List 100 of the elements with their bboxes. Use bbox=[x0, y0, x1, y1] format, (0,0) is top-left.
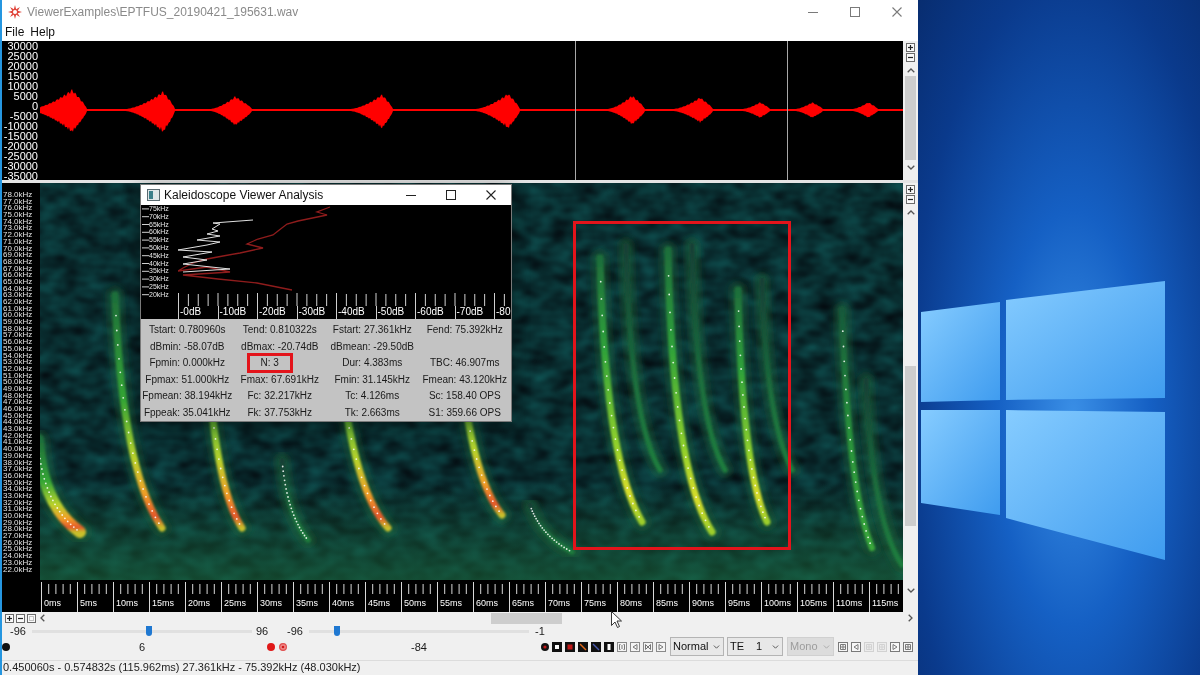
scrollbar-thumb[interactable] bbox=[905, 366, 916, 526]
frequency-label: 63.0kHz bbox=[3, 292, 34, 299]
window-title: Kaleidoscope Viewer Analysis bbox=[164, 187, 324, 204]
window-icon bbox=[147, 189, 160, 201]
pointer-cursor-icon bbox=[611, 611, 622, 628]
frequency-label: 49.0kHz bbox=[3, 385, 34, 393]
frequency-label: 30.0kHz bbox=[3, 513, 34, 520]
menu-item[interactable]: Help bbox=[27, 25, 59, 40]
slider-max-label: -1 bbox=[535, 626, 545, 637]
slider-track[interactable] bbox=[309, 626, 529, 637]
stat-text: Fmax: 67.691kHz bbox=[240, 373, 319, 386]
stat-text: N: 3 bbox=[246, 353, 293, 374]
time-label: 45ms bbox=[368, 597, 390, 609]
frequency-label: 67.0kHz bbox=[3, 265, 34, 273]
minus-icon[interactable] bbox=[906, 195, 915, 204]
frequency-label: 22.0kHz bbox=[3, 566, 34, 574]
time-label: 105ms bbox=[800, 597, 827, 609]
frequency-label: 44.0kHz bbox=[3, 419, 34, 427]
stat-text: Tend: 0.810322s bbox=[242, 324, 317, 337]
chevron-up-icon[interactable] bbox=[906, 210, 915, 215]
slash-square-icon[interactable] bbox=[578, 641, 588, 652]
frequency-label: 78.0kHz bbox=[3, 192, 34, 199]
frequency-label: 43.0kHz bbox=[3, 426, 34, 433]
filled-square-icon[interactable] bbox=[565, 641, 575, 652]
time-label: 5ms bbox=[80, 597, 97, 609]
chevron-down-icon bbox=[713, 644, 720, 649]
time-label: 35ms bbox=[296, 597, 318, 609]
chevron-right-icon[interactable] bbox=[908, 614, 913, 622]
grid-square-icon[interactable] bbox=[838, 641, 848, 652]
time-label: 90ms bbox=[692, 597, 714, 609]
close-icon bbox=[486, 190, 496, 200]
scrollbar-thumb[interactable] bbox=[905, 76, 916, 160]
right-triangle-icon[interactable] bbox=[656, 641, 666, 652]
stat-text: Sc: 158.40 OPS bbox=[428, 390, 501, 403]
fit-view-icon[interactable] bbox=[27, 613, 36, 623]
slider-thumb[interactable] bbox=[145, 626, 152, 636]
dot-icon bbox=[267, 642, 275, 651]
chevron-down-icon bbox=[772, 644, 779, 649]
chevron-left-icon[interactable] bbox=[40, 614, 45, 622]
bracket-square-icon[interactable] bbox=[617, 641, 627, 652]
menu-item[interactable]: File bbox=[2, 25, 28, 40]
maximize-icon bbox=[850, 7, 860, 17]
starburst-icon bbox=[8, 5, 22, 19]
frequency-label: 33.0kHz bbox=[3, 492, 34, 500]
slider-thumb[interactable] bbox=[333, 626, 340, 636]
frequency-label: 74.0kHz bbox=[3, 218, 34, 226]
time-label: 110ms bbox=[836, 597, 863, 609]
stat-text: Fstart: 27.361kHz bbox=[332, 324, 412, 337]
frequency-label: 62.0kHz bbox=[3, 299, 34, 306]
chevron-down-icon[interactable] bbox=[906, 165, 915, 170]
scrollbar-thumb[interactable] bbox=[491, 612, 562, 624]
decibel-label: -50dB bbox=[377, 306, 405, 318]
frequency-label: 64.0kHz bbox=[3, 285, 34, 293]
minus-icon[interactable] bbox=[16, 613, 25, 623]
amplitude-label: 15000 bbox=[7, 71, 38, 81]
chevron-down-icon[interactable] bbox=[906, 588, 915, 593]
stat-text: TBC: 46.907ms bbox=[430, 357, 500, 370]
stat-text: Fc: 32.217kHz bbox=[247, 390, 312, 403]
bowtie-icon[interactable] bbox=[643, 641, 653, 652]
amplitude-label: 0 bbox=[31, 101, 38, 111]
frequency-label: 40.0kHz bbox=[3, 446, 34, 453]
stat-text: Tc: 4.126ms bbox=[345, 390, 400, 403]
time-label: 60ms bbox=[476, 597, 498, 609]
amplitude-label: 5000 bbox=[13, 91, 38, 101]
decibel-label: -10dB bbox=[219, 306, 247, 318]
plus-icon[interactable] bbox=[906, 43, 915, 52]
grid-square-icon[interactable] bbox=[903, 641, 913, 652]
frequency-label: 27.0kHz bbox=[3, 533, 34, 540]
stat-text: Fmin: 31.145kHz bbox=[334, 373, 411, 386]
slider-track[interactable] bbox=[32, 626, 252, 637]
hollow-square-icon[interactable] bbox=[552, 641, 562, 652]
slash-square-icon[interactable] bbox=[591, 641, 601, 652]
stat-text: Fk: 37.753kHz bbox=[247, 406, 312, 419]
select-dropdown[interactable]: TE 1 bbox=[727, 637, 783, 656]
amplitude-label: -15000 bbox=[3, 131, 38, 141]
stat-text: Fpmax: 51.000kHz bbox=[145, 373, 230, 386]
select-dropdown[interactable]: Normal bbox=[670, 637, 724, 656]
left-triangle-icon[interactable] bbox=[851, 641, 861, 652]
frequency-label: 25.0kHz bbox=[3, 546, 34, 554]
chevron-up-icon[interactable] bbox=[906, 68, 915, 73]
frequency-label: 75.0kHz bbox=[3, 212, 34, 219]
left-triangle-icon[interactable] bbox=[630, 641, 640, 652]
ring-dot-icon bbox=[279, 642, 287, 651]
time-label: 40ms bbox=[332, 597, 354, 609]
frequency-label: 54.0kHz bbox=[3, 352, 34, 360]
frequency-label: 39.0kHz bbox=[3, 452, 34, 460]
amplitude-label: -20000 bbox=[3, 141, 38, 151]
plus-icon[interactable] bbox=[5, 613, 14, 623]
minus-icon[interactable] bbox=[906, 53, 915, 62]
frequency-label: 42.0kHz bbox=[3, 432, 34, 440]
frequency-label: 38.0kHz bbox=[3, 459, 34, 467]
stat-text: Fppeak: 35.041kHz bbox=[143, 406, 231, 419]
right-triangle-icon[interactable] bbox=[890, 641, 900, 652]
dot-icon[interactable] bbox=[541, 642, 549, 651]
stat-text: Fend: 75.392kHz bbox=[426, 324, 503, 337]
frequency-label: 48.0kHz bbox=[3, 392, 34, 400]
frequency-label: 69.0kHz bbox=[3, 252, 34, 259]
bar-square-icon[interactable] bbox=[604, 641, 614, 652]
plus-icon[interactable] bbox=[906, 185, 915, 194]
slider-value: -84 bbox=[411, 640, 427, 653]
